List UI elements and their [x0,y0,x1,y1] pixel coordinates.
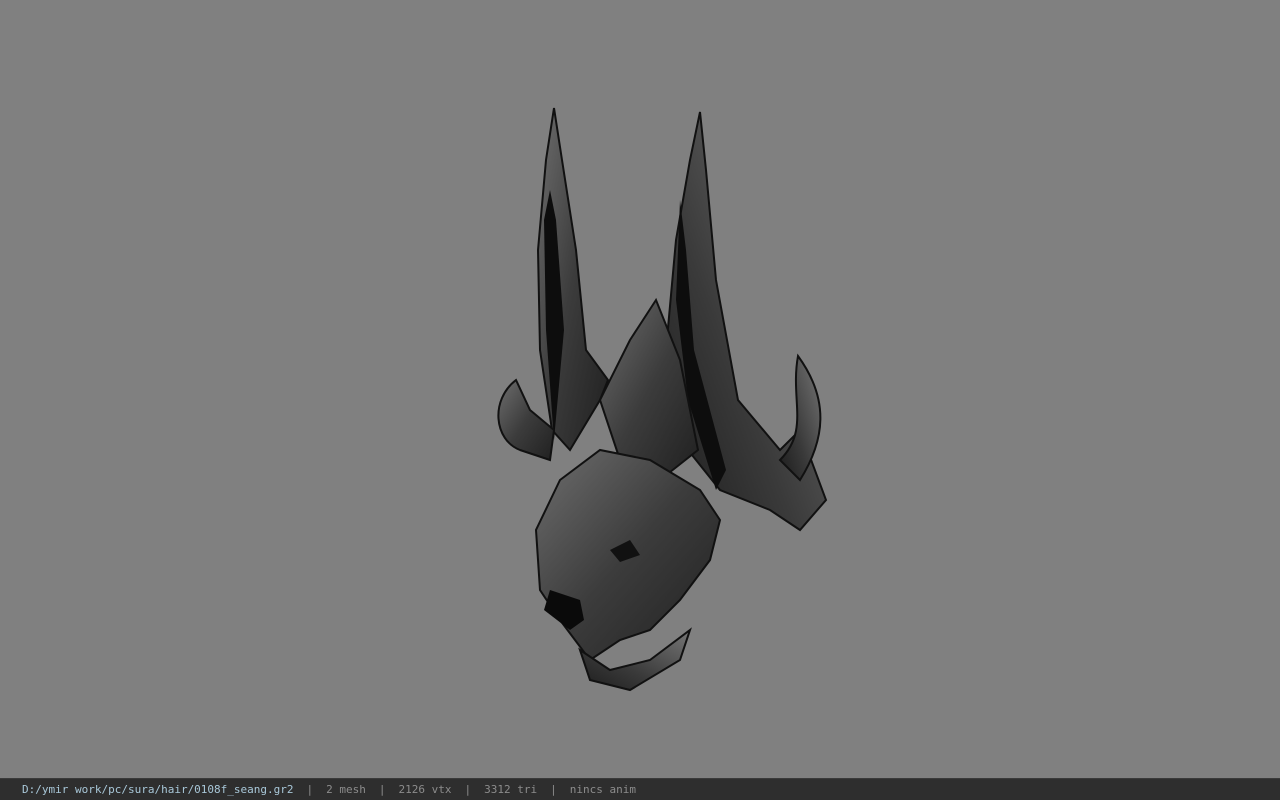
status-bar: D:/ymir work/pc/sura/hair/0108f_seang.gr… [0,778,1280,800]
separator: | [464,783,472,796]
triangle-count: 3312 tri [484,783,538,796]
mesh-count: 2 mesh [326,783,366,796]
separator: | [306,783,314,796]
animation-status: nincs anim [569,783,636,796]
file-path: D:/ymir work/pc/sura/hair/0108f_seang.gr… [22,783,294,796]
helmet-model[interactable] [480,100,860,700]
vertex-count: 2126 vtx [398,783,452,796]
separator: | [378,783,386,796]
model-viewport[interactable] [0,0,1280,778]
separator: | [550,783,557,796]
